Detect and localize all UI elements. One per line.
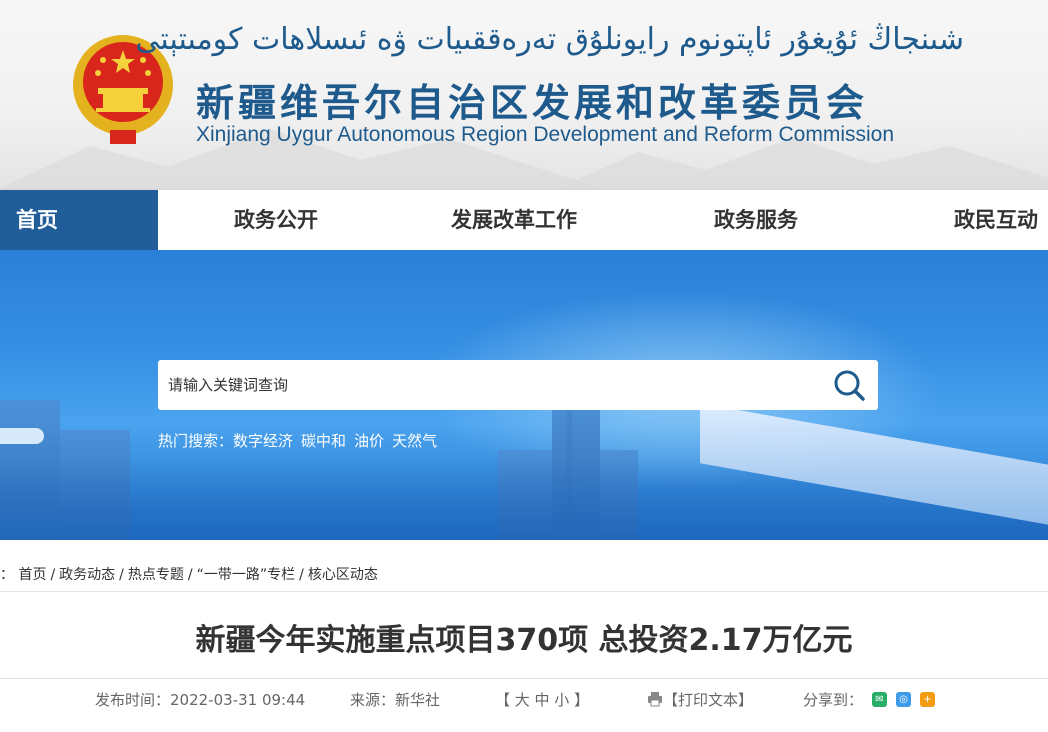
breadcrumb-link[interactable]: 政务动态 [59,567,115,583]
breadcrumb-separator: / [119,567,124,583]
wechat-share-icon[interactable]: ✉ [872,692,887,707]
breadcrumb-prefix: ： [0,567,14,583]
breadcrumb-separator: / [50,567,56,583]
nav-item-development-reform[interactable]: 发展改革工作 [451,190,577,250]
breadcrumb-link[interactable]: “一带一路”专栏 [197,567,296,583]
airplane-decoration [0,428,44,444]
hot-search-term[interactable]: 油价 [354,432,384,450]
breadcrumb-link[interactable]: 热点专题 [128,567,184,583]
breadcrumb: ： 首页 / 政务动态 / 热点专题 / “一带一路”专栏 / 核心区动态 [0,540,1048,592]
weibo-share-icon[interactable]: ◎ [896,692,911,707]
nav-item-government-affairs[interactable]: 政务公开 [234,190,318,250]
breadcrumb-link[interactable]: 首页 [18,567,46,583]
nav-item-government-services[interactable]: 政务服务 [714,190,798,250]
site-header: شىنجاڭ ئۇيغۇر ئاپتونوم رايونلۇق تەرەققىي… [0,0,1048,188]
printer-icon[interactable] [647,691,663,707]
search-icon[interactable] [832,368,866,402]
search-box [158,360,878,410]
hot-search-label: 热门搜索： [158,432,234,450]
hero-banner: 热门搜索：数字经济碳中和油价天然气 [0,250,1048,540]
font-size-control[interactable]: 【 大 中 小 】 [495,689,589,710]
hot-search-term[interactable]: 天然气 [392,432,437,450]
breadcrumb-link[interactable]: 核心区动态 [308,567,378,583]
search-input[interactable] [158,360,818,410]
article-title: 新疆今年实施重点项目370项 总投资2.17万亿元 [195,623,853,658]
breadcrumb-separator: / [299,567,304,583]
publish-time: 发布时间：2022-03-31 09:44 [95,691,306,709]
hot-search-term[interactable]: 数字经济 [233,432,293,450]
nav-item-home[interactable]: 首页 [0,190,158,250]
article-source: 来源：新华社 [350,691,441,709]
hot-search: 热门搜索：数字经济 碳中和 油价 天然气 [158,430,445,451]
divider [0,678,1048,679]
uyghur-title: شىنجاڭ ئۇيغۇر ئاپتونوم رايونلۇق تەرەققىي… [135,22,964,57]
share-label: 分享到： [803,691,864,709]
more-share-icon[interactable]: + [920,692,935,707]
print-button[interactable]: 【打印文本】 [663,689,753,710]
main-nav: 首页 政务公开 发展改革工作 政务服务 政民互动 [0,188,1048,250]
nav-item-interaction[interactable]: 政民互动 [954,190,1038,250]
english-title: Xinjiang Uygur Autonomous Region Develop… [196,123,895,146]
chinese-title: 新疆维吾尔自治区发展和改革委员会 [196,81,869,125]
hot-search-term[interactable]: 碳中和 [301,432,346,450]
breadcrumb-separator: / [187,567,193,583]
